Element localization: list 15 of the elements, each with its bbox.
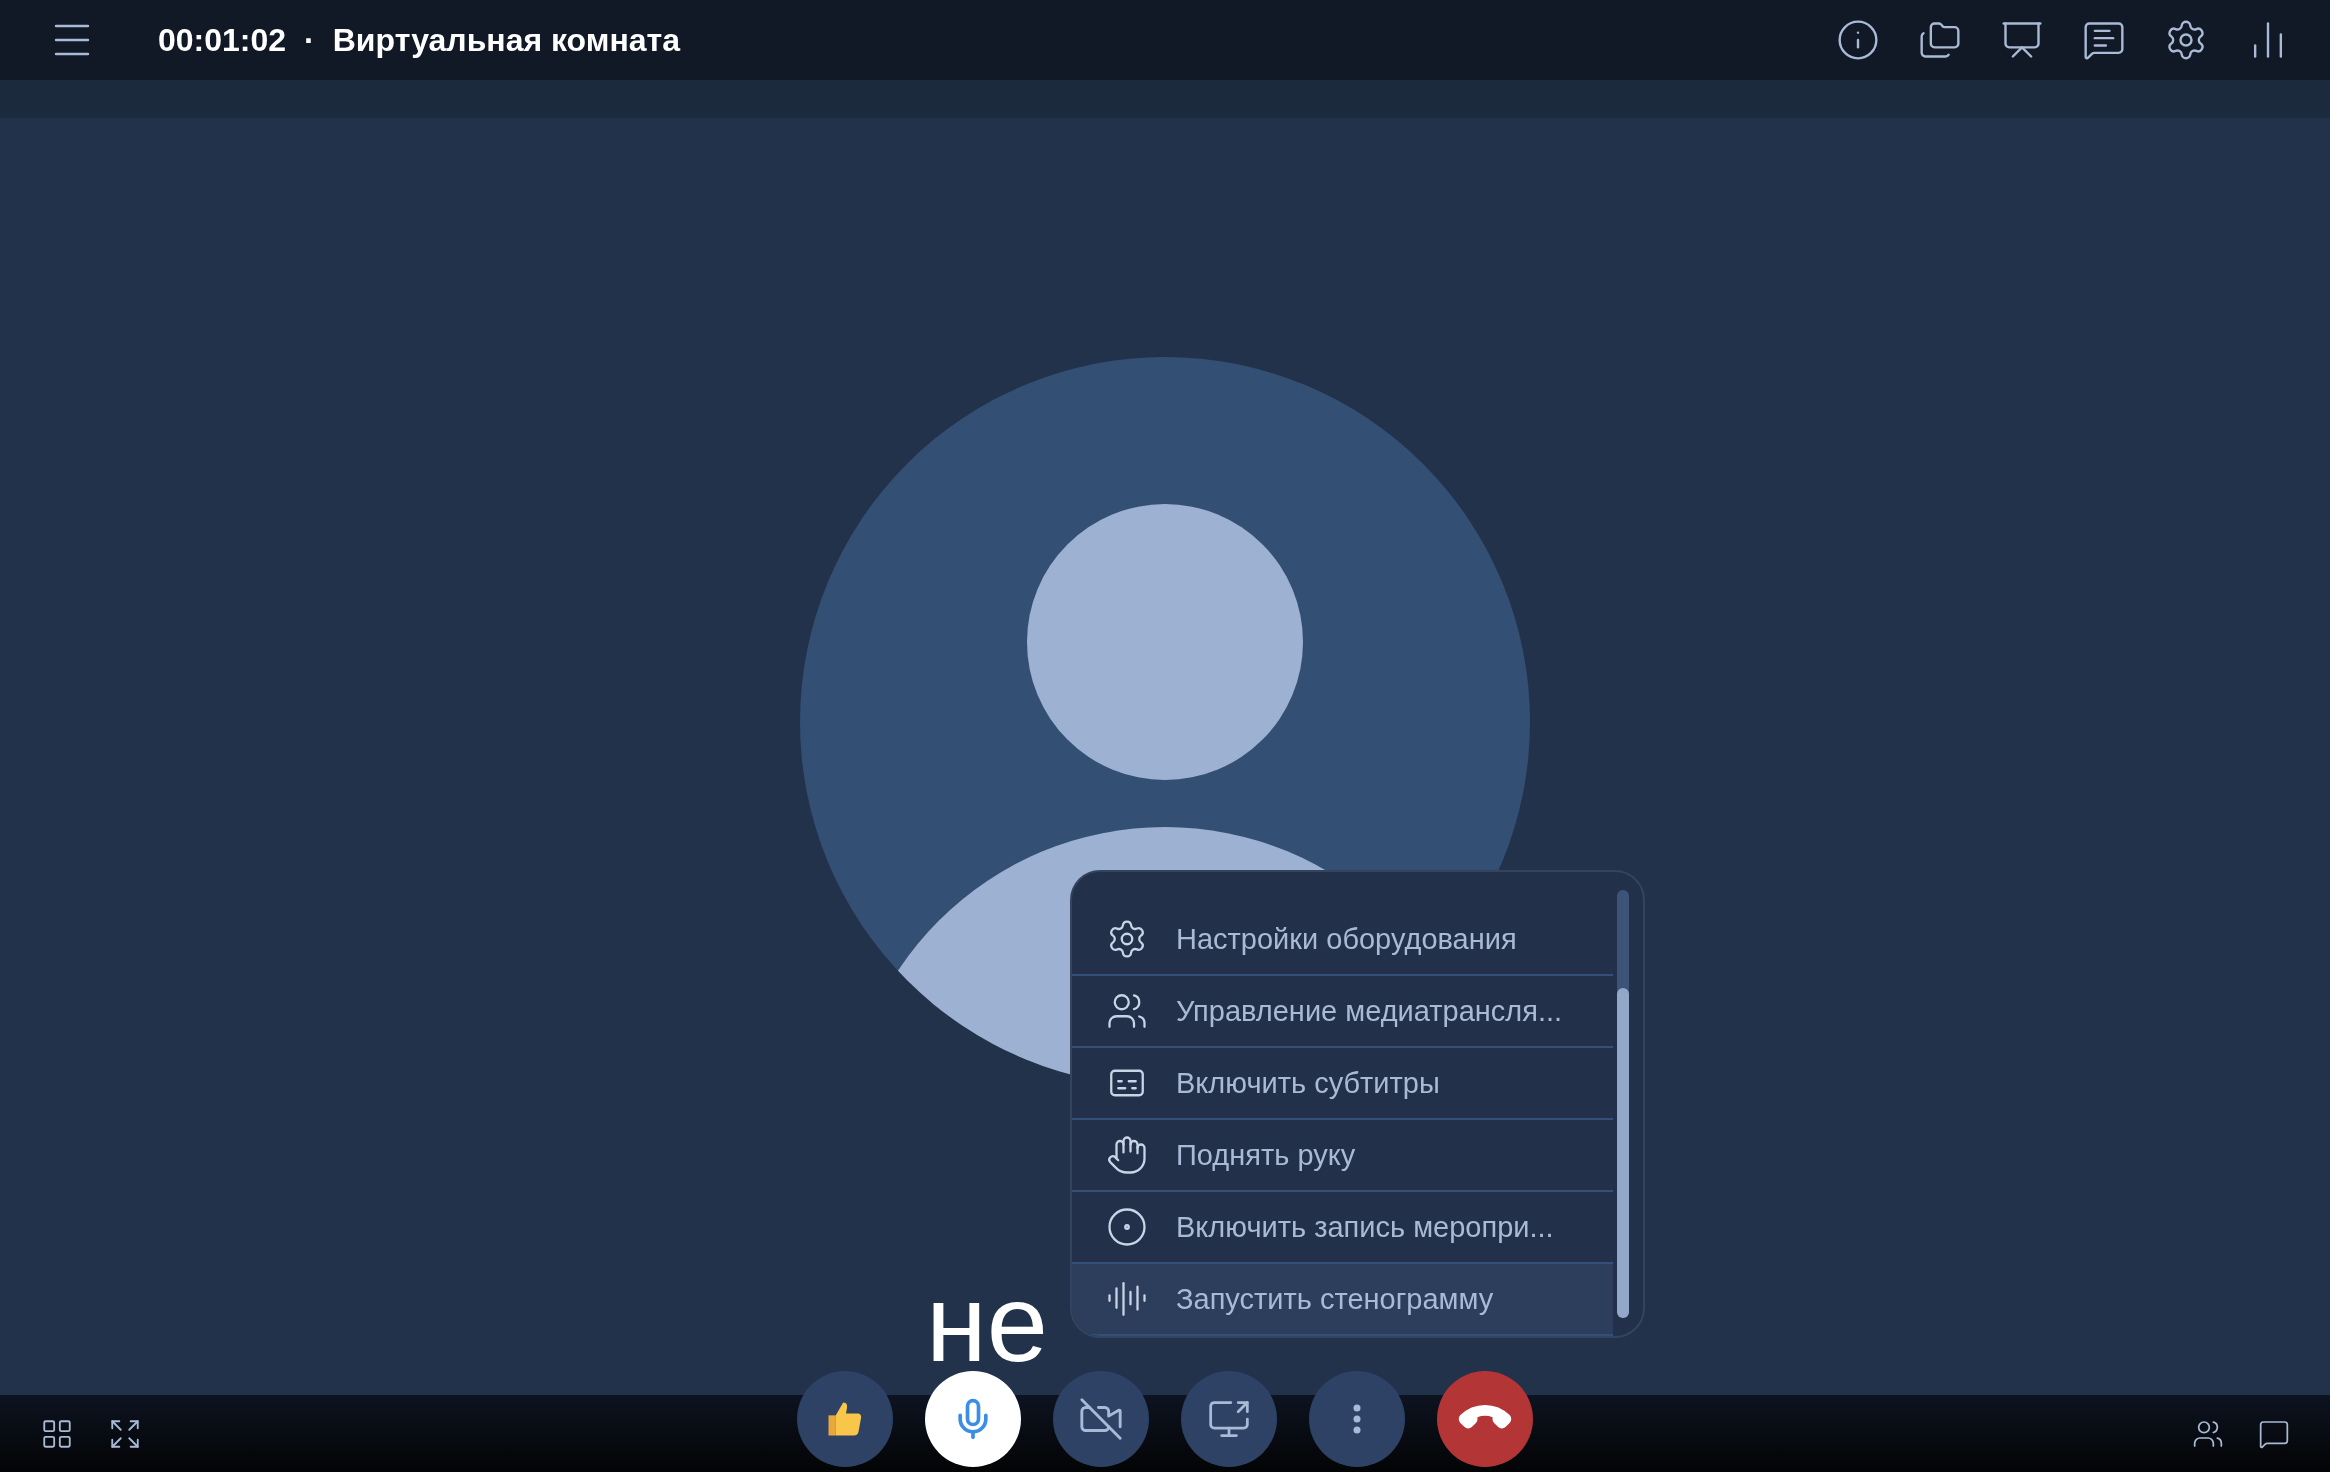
menu-item[interactable]: Включить субтитры [1072, 1048, 1613, 1120]
record-icon [1106, 1206, 1148, 1248]
separator-dot: · [304, 21, 315, 59]
camera-off-icon [1078, 1395, 1124, 1442]
call-timer: 00:01:02 [158, 21, 287, 59]
room-title: Виртуальная комната [332, 21, 680, 59]
subtitle-text: не [926, 1261, 1048, 1384]
menu-item[interactable]: Управление медиатрансля... [1072, 976, 1613, 1048]
menu-item[interactable]: Настройки оборудования [1072, 904, 1613, 976]
hand-icon [1106, 1134, 1148, 1176]
menu-item[interactable]: Запустить стенограмму [1072, 1264, 1613, 1336]
scrollbar[interactable] [1617, 890, 1629, 1318]
info-icon[interactable] [1836, 18, 1880, 62]
more-icon [1353, 1403, 1361, 1434]
menu-item[interactable]: Поднять руку [1072, 1120, 1613, 1192]
